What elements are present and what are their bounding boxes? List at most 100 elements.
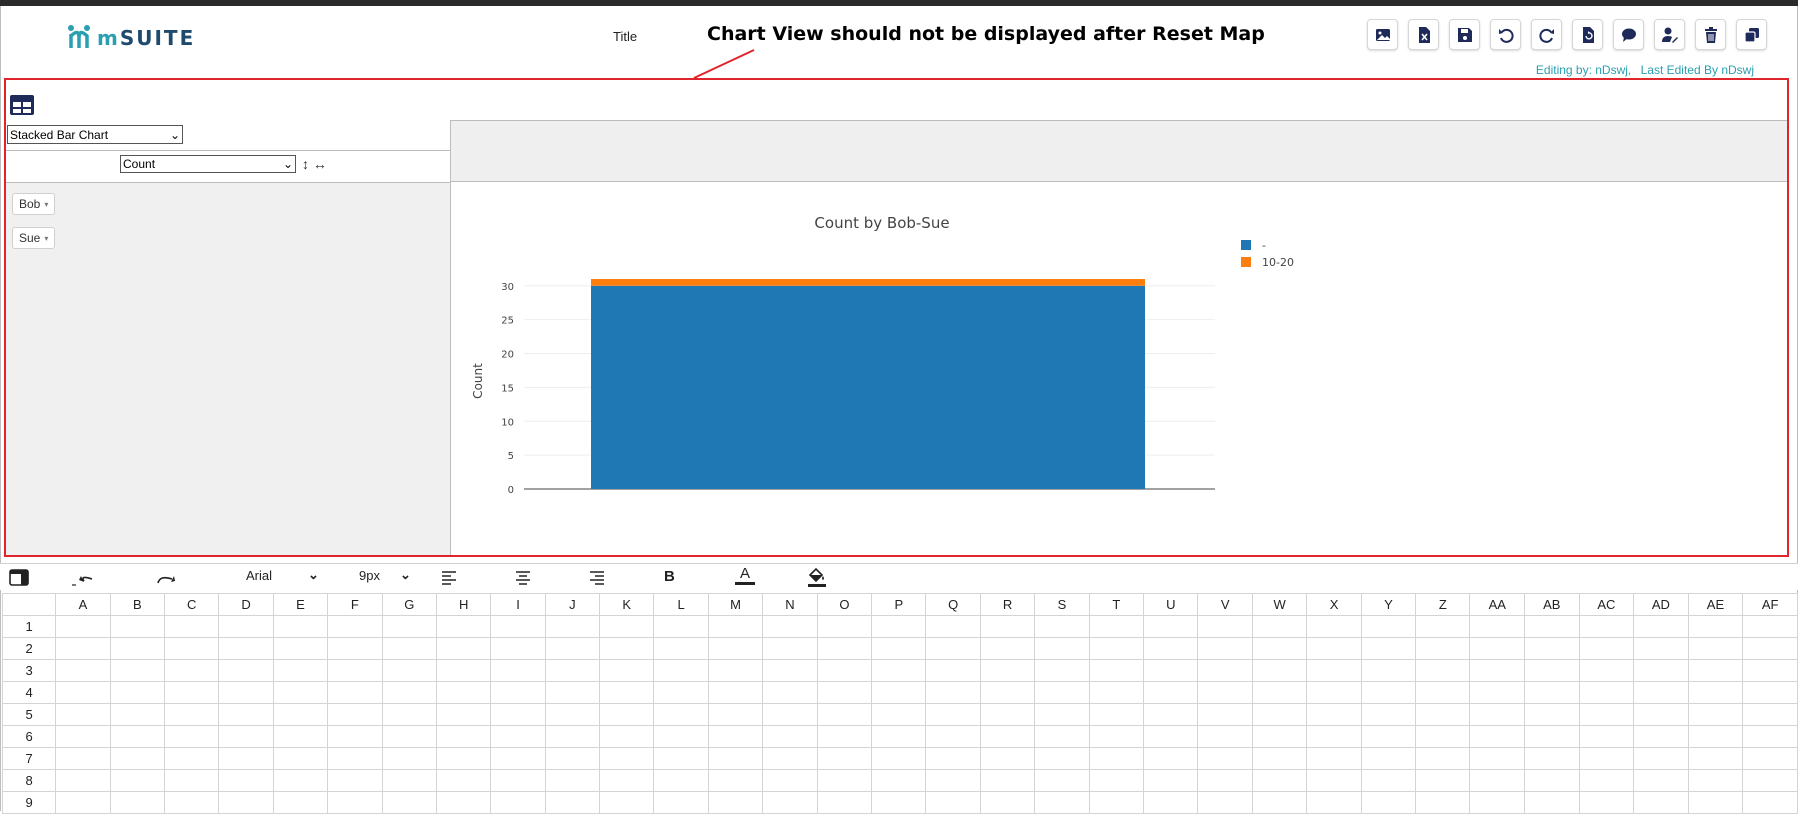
- sheet-cell[interactable]: [1469, 659, 1526, 682]
- sheet-cell[interactable]: [979, 615, 1036, 638]
- sheet-cell[interactable]: [55, 637, 111, 660]
- sheet-cell[interactable]: [762, 615, 818, 638]
- sheet-cell[interactable]: [272, 769, 329, 792]
- redo-icon[interactable]: [154, 571, 176, 587]
- sheet-cell[interactable]: [1633, 637, 1689, 660]
- sheet-cell[interactable]: [599, 659, 655, 682]
- sheet-cell[interactable]: [435, 769, 492, 792]
- sheet-cell[interactable]: [599, 681, 655, 704]
- sheet-cell[interactable]: [1143, 637, 1199, 660]
- sheet-cell[interactable]: [435, 791, 492, 814]
- sheet-cell[interactable]: [490, 747, 546, 770]
- redo-button[interactable]: [1531, 19, 1562, 50]
- sheet-cell[interactable]: [1742, 725, 1798, 748]
- sheet-cell[interactable]: [599, 615, 655, 638]
- column-header[interactable]: AE: [1687, 593, 1744, 616]
- sheet-cell[interactable]: [1742, 659, 1798, 682]
- sheet-cell[interactable]: [381, 791, 437, 814]
- column-header[interactable]: AF: [1742, 593, 1798, 616]
- sheet-cell[interactable]: [1469, 725, 1526, 748]
- sheet-cell[interactable]: [218, 681, 274, 704]
- sheet-cell[interactable]: [1687, 637, 1744, 660]
- sheet-cell[interactable]: [381, 615, 437, 638]
- sheet-cell[interactable]: [1415, 769, 1471, 792]
- sheet-cell[interactable]: [1633, 769, 1689, 792]
- sheet-cell[interactable]: [1088, 681, 1145, 704]
- sheet-cell[interactable]: [1633, 615, 1689, 638]
- sheet-cell[interactable]: [979, 769, 1036, 792]
- sheet-cell[interactable]: [1633, 703, 1689, 726]
- sheet-cell[interactable]: [490, 659, 546, 682]
- column-header[interactable]: T: [1088, 593, 1145, 616]
- sheet-cell[interactable]: [1742, 747, 1798, 770]
- column-header[interactable]: Z: [1415, 593, 1471, 616]
- sheet-cell[interactable]: [490, 681, 546, 704]
- sheet-cell[interactable]: [1197, 725, 1253, 748]
- column-header[interactable]: X: [1306, 593, 1362, 616]
- align-left-icon[interactable]: [441, 570, 457, 586]
- sheet-cell[interactable]: [218, 791, 274, 814]
- sheet-cell[interactable]: [1306, 703, 1362, 726]
- sheet-cell[interactable]: [871, 659, 927, 682]
- sheet-cell[interactable]: [762, 791, 818, 814]
- sheet-cell[interactable]: [979, 725, 1036, 748]
- sheet-cell[interactable]: [762, 725, 818, 748]
- sheet-cell[interactable]: [1524, 791, 1580, 814]
- sheet-cell[interactable]: [327, 791, 383, 814]
- column-header[interactable]: L: [653, 593, 709, 616]
- sheet-cell[interactable]: [272, 615, 329, 638]
- sheet-cell[interactable]: [1742, 681, 1798, 704]
- sheet-cell[interactable]: [979, 637, 1036, 660]
- copy-button[interactable]: [1736, 19, 1767, 50]
- sheet-cell[interactable]: [435, 681, 492, 704]
- sheet-cell[interactable]: [435, 637, 492, 660]
- sheet-cell[interactable]: [816, 747, 873, 770]
- sheet-cell[interactable]: [925, 725, 981, 748]
- sheet-cell[interactable]: [1742, 769, 1798, 792]
- sheet-cell[interactable]: [653, 769, 709, 792]
- column-header[interactable]: W: [1251, 593, 1308, 616]
- sheet-cell[interactable]: [272, 703, 329, 726]
- sheet-cell[interactable]: [1360, 791, 1417, 814]
- sheet-cell[interactable]: [816, 681, 873, 704]
- sheet-cell[interactable]: [653, 791, 709, 814]
- sheet-cell[interactable]: [762, 681, 818, 704]
- column-header[interactable]: S: [1034, 593, 1090, 616]
- sheet-cell[interactable]: [218, 769, 274, 792]
- sheet-cell[interactable]: [871, 615, 927, 638]
- sheet-cell[interactable]: [1687, 615, 1744, 638]
- sheet-cell[interactable]: [1034, 769, 1090, 792]
- sheet-cell[interactable]: [1415, 681, 1471, 704]
- sheet-cell[interactable]: [1524, 615, 1580, 638]
- row-header[interactable]: 7: [1, 747, 57, 770]
- save-button[interactable]: [1449, 19, 1480, 50]
- sheet-cell[interactable]: [707, 681, 764, 704]
- sheet-cell[interactable]: [1469, 747, 1526, 770]
- sheet-cell[interactable]: [272, 725, 329, 748]
- select-all-corner[interactable]: [1, 593, 57, 616]
- sheet-cell[interactable]: [925, 637, 981, 660]
- sheet-cell[interactable]: [1469, 615, 1526, 638]
- edit-user-button[interactable]: [1654, 19, 1685, 50]
- sheet-cell[interactable]: [218, 615, 274, 638]
- sheet-cell[interactable]: [1578, 791, 1635, 814]
- sheet-cell[interactable]: [1088, 659, 1145, 682]
- sheet-cell[interactable]: [1360, 615, 1417, 638]
- sheet-cell[interactable]: [1251, 615, 1308, 638]
- column-header[interactable]: Y: [1360, 593, 1417, 616]
- sheet-cell[interactable]: [544, 725, 601, 748]
- sheet-cell[interactable]: [1088, 769, 1145, 792]
- sheet-cell[interactable]: [1251, 659, 1308, 682]
- undo-icon[interactable]: [70, 571, 96, 587]
- sheet-cell[interactable]: [55, 681, 111, 704]
- sheet-cell[interactable]: [707, 637, 764, 660]
- column-header[interactable]: G: [381, 593, 437, 616]
- sheet-cell[interactable]: [707, 703, 764, 726]
- sheet-cell[interactable]: [1143, 725, 1199, 748]
- sheet-cell[interactable]: [1687, 791, 1744, 814]
- sheet-cell[interactable]: [871, 703, 927, 726]
- sheet-cell[interactable]: [1578, 769, 1635, 792]
- sheet-cell[interactable]: [1306, 681, 1362, 704]
- sheet-cell[interactable]: [1251, 725, 1308, 748]
- sheet-cell[interactable]: [653, 703, 709, 726]
